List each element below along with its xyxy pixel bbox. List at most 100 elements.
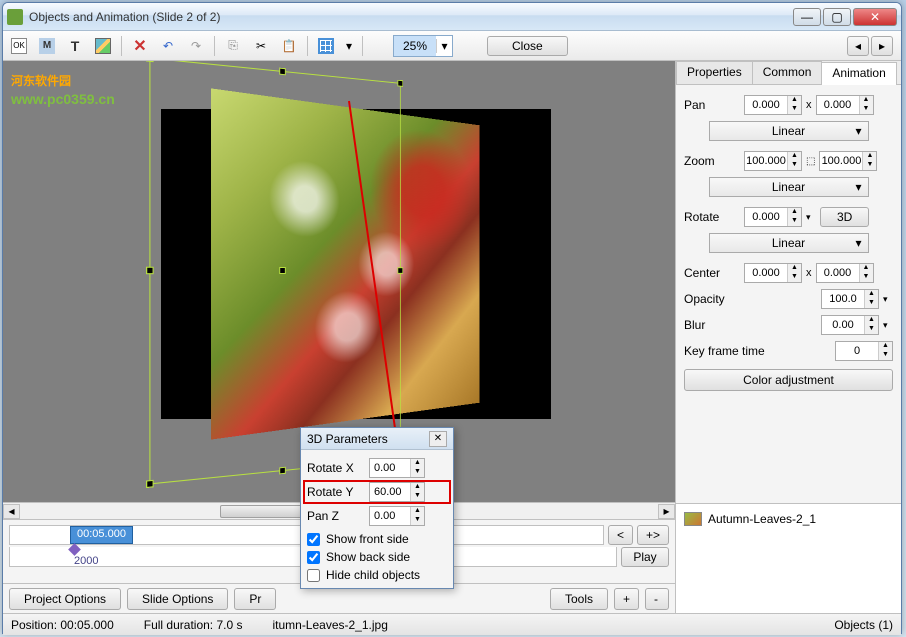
hide-child-checkbox[interactable] <box>307 569 320 582</box>
preview-button[interactable]: Pr <box>234 588 276 610</box>
maximize-button[interactable]: ▢ <box>823 8 851 26</box>
opacity-input[interactable]: ▲▼ <box>821 289 879 309</box>
zoom-x-input[interactable]: ▲▼ <box>744 151 802 171</box>
prev-keyframe-button[interactable]: < <box>608 525 633 545</box>
rotate-label: Rotate <box>684 210 740 224</box>
grid-button[interactable] <box>314 34 338 58</box>
timeline-cursor[interactable] <box>68 543 81 556</box>
pan-easing-dropdown[interactable]: Linear <box>709 121 869 141</box>
blur-label: Blur <box>684 318 740 332</box>
dialog-titlebar[interactable]: 3D Parameters ✕ <box>301 428 453 450</box>
tool-text-button[interactable]: T <box>63 34 87 58</box>
link-icon[interactable]: ⬚ <box>806 156 815 167</box>
zoom-dropdown[interactable]: ▾ <box>436 39 452 53</box>
separator <box>307 36 308 56</box>
status-position: Position: 00:05.000 <box>11 618 114 632</box>
next-keyframe-button[interactable]: +> <box>637 525 669 545</box>
prev-slide-button[interactable]: ◂ <box>847 36 869 56</box>
toolbar: OK M T ✕ ↶ ↷ ⎘ ✂ 📋 ▾ ▾ Close ◂ ▸ <box>3 31 901 61</box>
opacity-label: Opacity <box>684 292 740 306</box>
keyframe-time-input[interactable]: ▲▼ <box>835 341 893 361</box>
center-label: Center <box>684 266 740 280</box>
paste-button[interactable]: 📋 <box>277 34 301 58</box>
pan-z-input[interactable]: ▲▼ <box>369 506 425 526</box>
statusbar: Position: 00:05.000 Full duration: 7.0 s… <box>3 613 901 635</box>
delete-button[interactable]: ✕ <box>128 34 152 58</box>
pan-label: Pan <box>684 98 740 112</box>
color-adjustment-button[interactable]: Color adjustment <box>684 369 893 391</box>
spin-down-icon[interactable]: ▼ <box>788 105 801 114</box>
tools-button[interactable]: Tools <box>550 588 608 610</box>
rotate-y-input[interactable]: ▲▼ <box>369 482 425 502</box>
pan-x-input[interactable]: ▲▼ <box>744 95 802 115</box>
tool-ok-button[interactable]: OK <box>7 34 31 58</box>
titlebar[interactable]: Objects and Animation (Slide 2 of 2) — ▢… <box>3 3 901 31</box>
show-back-label: Show back side <box>326 550 410 564</box>
scroll-right-button[interactable]: ▸ <box>658 504 675 519</box>
cut-button[interactable]: ✂ <box>249 34 273 58</box>
status-objects: Objects (1) <box>834 618 893 632</box>
window-title: Objects and Animation (Slide 2 of 2) <box>29 10 793 24</box>
scroll-left-button[interactable]: ◂ <box>3 504 20 519</box>
zoom-easing-dropdown[interactable]: Linear <box>709 177 869 197</box>
3d-button[interactable]: 3D <box>820 207 869 227</box>
tab-animation[interactable]: Animation <box>821 62 896 85</box>
3d-parameters-dialog[interactable]: 3D Parameters ✕ Rotate X ▲▼ Rotate Y ▲▼ … <box>300 427 454 589</box>
zoom-y-input[interactable]: ▲▼ <box>819 151 877 171</box>
window-close-button[interactable]: ✕ <box>853 8 897 26</box>
panel-tabs: Properties Common Animation <box>676 61 901 85</box>
zoom-label: Zoom <box>684 154 740 168</box>
zoom-input[interactable] <box>394 36 436 56</box>
rotate-x-input[interactable]: ▲▼ <box>369 458 425 478</box>
dialog-close-button[interactable]: ✕ <box>429 431 447 447</box>
project-options-button[interactable]: Project Options <box>9 588 121 610</box>
properties-panel: Properties Common Animation Pan ▲▼ x ▲▼ … <box>676 61 901 613</box>
tool-mask-button[interactable]: M <box>35 34 59 58</box>
redo-button[interactable]: ↷ <box>184 34 208 58</box>
grid-dropdown-button[interactable]: ▾ <box>342 34 356 58</box>
blur-input[interactable]: ▲▼ <box>821 315 879 335</box>
show-front-checkbox[interactable] <box>307 533 320 546</box>
duration-label: 2000 <box>74 555 98 567</box>
play-button[interactable]: Play <box>621 547 669 567</box>
dialog-title: 3D Parameters <box>307 432 388 446</box>
separator <box>362 36 363 56</box>
selection-box[interactable] <box>149 61 400 484</box>
tool-image-button[interactable] <box>91 34 115 58</box>
watermark: 河东软件园 www.pc0359.cn <box>11 65 115 107</box>
rotate-x-label: Rotate X <box>307 461 365 475</box>
close-button[interactable]: Close <box>487 36 568 56</box>
copy-button[interactable]: ⎘ <box>221 34 245 58</box>
rotate-y-label: Rotate Y <box>307 485 365 499</box>
zoom-control[interactable]: ▾ <box>393 35 453 57</box>
show-front-label: Show front side <box>326 532 409 546</box>
next-slide-button[interactable]: ▸ <box>871 36 893 56</box>
center-x-input[interactable]: ▲▼ <box>744 263 802 283</box>
show-back-checkbox[interactable] <box>307 551 320 564</box>
rotate-input[interactable]: ▲▼ <box>744 207 802 227</box>
tab-properties[interactable]: Properties <box>676 61 753 84</box>
undo-button[interactable]: ↶ <box>156 34 180 58</box>
object-list[interactable]: Autumn-Leaves-2_1 <box>676 503 901 613</box>
list-item[interactable]: Autumn-Leaves-2_1 <box>682 510 895 528</box>
panel-body: Pan ▲▼ x ▲▼ Linear Zoom ▲▼ ⬚ ▲▼ Linear R… <box>676 85 901 503</box>
spin-up-icon[interactable]: ▲ <box>788 96 801 105</box>
keyframe-marker[interactable]: 00:05.000 <box>70 526 133 544</box>
object-thumbnail-icon <box>684 512 702 526</box>
status-duration: Full duration: 7.0 s <box>144 618 243 632</box>
slide-options-button[interactable]: Slide Options <box>127 588 228 610</box>
add-button[interactable]: + <box>614 588 639 610</box>
separator <box>121 36 122 56</box>
separator <box>214 36 215 56</box>
hide-child-label: Hide child objects <box>326 568 420 582</box>
remove-button[interactable]: - <box>645 588 669 610</box>
keyframe-time-label: Key frame time <box>684 344 776 358</box>
status-file: itumn-Leaves-2_1.jpg <box>272 618 387 632</box>
pan-z-label: Pan Z <box>307 509 365 523</box>
tab-common[interactable]: Common <box>752 61 823 84</box>
rotate-easing-dropdown[interactable]: Linear <box>709 233 869 253</box>
center-y-input[interactable]: ▲▼ <box>816 263 874 283</box>
minimize-button[interactable]: — <box>793 8 821 26</box>
pan-y-input[interactable]: ▲▼ <box>816 95 874 115</box>
rotate-y-row-highlighted: Rotate Y ▲▼ <box>303 480 451 504</box>
